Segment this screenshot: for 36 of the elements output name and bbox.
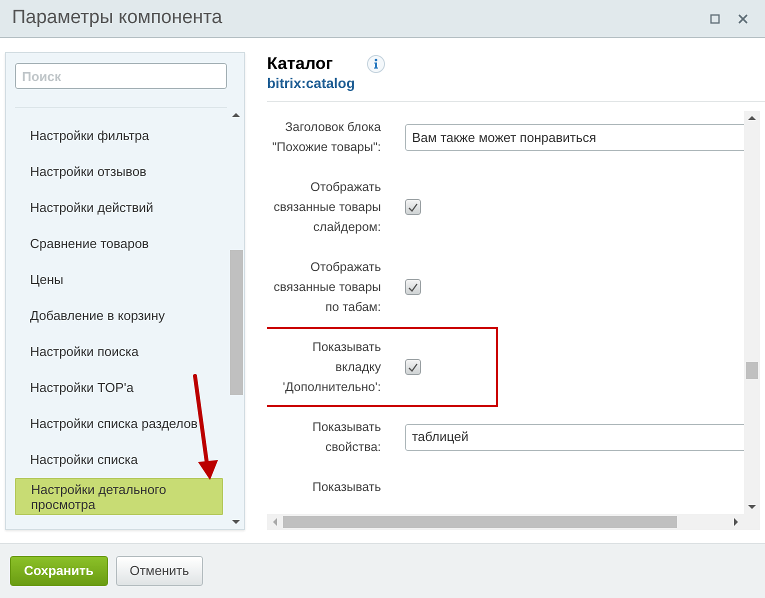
field-label: Показывать вкладку 'Дополнительно': (282, 339, 381, 396)
section-item[interactable]: Настройки действий (15, 190, 223, 226)
checkbox[interactable] (405, 359, 421, 375)
info-icon[interactable] (366, 54, 386, 74)
field-label: Показывать свойства: (311, 419, 381, 456)
section-item[interactable]: Настройки фильтра (15, 118, 223, 154)
field-label: Отображать связанные товары слайдером: (272, 179, 381, 236)
scrollbar-thumb[interactable] (283, 516, 677, 528)
scrollbar-thumb[interactable] (230, 250, 243, 395)
check-icon (408, 282, 418, 292)
section-item[interactable]: Настройки списка (15, 442, 223, 478)
select-field[interactable]: таблицей (405, 424, 744, 450)
check-icon (408, 202, 418, 212)
checkbox[interactable] (405, 199, 421, 215)
section-item[interactable]: Настройки детального просмотра (15, 478, 223, 515)
section-item[interactable]: Настройки списка разделов (15, 406, 223, 442)
section-item[interactable]: Сравнение товаров (15, 226, 223, 262)
field-label: Отображать связанные товары по табам: (272, 259, 381, 316)
check-icon (408, 362, 418, 372)
field-label: Показывать (311, 479, 381, 496)
scrollbar-thumb[interactable] (746, 362, 758, 379)
checkbox[interactable] (405, 279, 421, 295)
cancel-button[interactable]: Отменить (116, 556, 204, 586)
section-item[interactable]: Добавление в корзину (15, 298, 223, 334)
text-field[interactable]: Вам также может понравиться (405, 124, 744, 150)
window-title: Параметры компонента (12, 6, 224, 30)
component-title: Каталог (267, 54, 334, 74)
section-item[interactable]: Настройки отзывов (15, 154, 223, 190)
search-field[interactable]: Поиск (15, 63, 227, 89)
maximize-icon[interactable] (709, 12, 721, 24)
section-item[interactable]: Цены (15, 262, 223, 298)
component-code: bitrix:catalog (267, 74, 355, 92)
section-item[interactable]: Настройки поиска (15, 334, 223, 370)
close-icon[interactable] (737, 12, 749, 24)
field-label: Заголовок блока "Похожие товары": (271, 119, 381, 156)
section-item[interactable]: Настройки TOP'а (15, 370, 223, 406)
